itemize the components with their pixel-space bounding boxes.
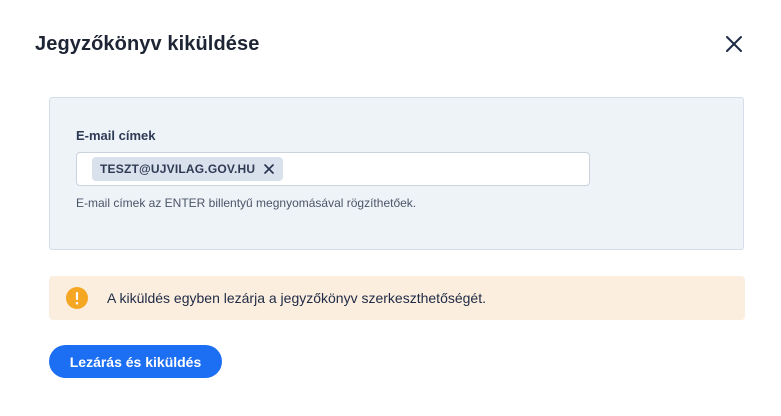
close-and-send-button[interactable]: Lezárás és kiküldés (49, 345, 222, 378)
email-chip-text: TESZT@UJVILAG.GOV.HU (100, 162, 256, 176)
email-input[interactable]: TESZT@UJVILAG.GOV.HU (76, 152, 590, 186)
close-icon[interactable] (722, 32, 746, 56)
send-minutes-dialog: Jegyzőkönyv kiküldése E-mail címek TESZT… (0, 0, 781, 416)
warning-alert: A kiküldés egyben lezárja a jegyzőkönyv … (49, 276, 745, 320)
email-label: E-mail címek (76, 128, 156, 143)
chip-remove-icon[interactable] (263, 163, 275, 175)
email-hint: E-mail címek az ENTER billentyű megnyomá… (76, 196, 417, 210)
email-panel: E-mail címek TESZT@UJVILAG.GOV.HU E-mail… (49, 97, 744, 250)
warning-icon (66, 287, 88, 309)
email-chip: TESZT@UJVILAG.GOV.HU (92, 157, 284, 181)
warning-text: A kiküldés egyben lezárja a jegyzőkönyv … (107, 290, 486, 306)
dialog-title: Jegyzőkönyv kiküldése (35, 33, 260, 55)
